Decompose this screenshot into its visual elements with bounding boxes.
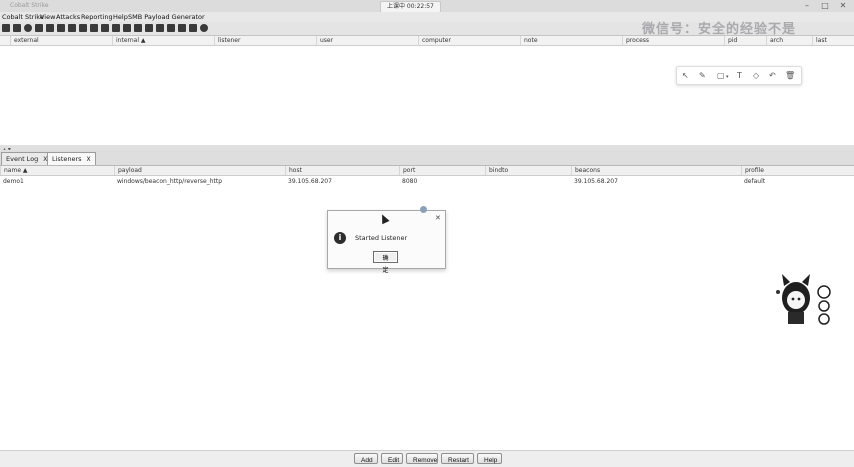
pivot-graph-icon[interactable] xyxy=(35,24,43,32)
cell-beacons: 39.105.68.207 xyxy=(574,178,618,185)
close-icon[interactable]: ✕ xyxy=(435,214,441,222)
screenshots-icon[interactable] xyxy=(101,24,109,32)
dialog-message: Started Listener xyxy=(355,234,408,242)
col-host[interactable]: host xyxy=(285,166,399,175)
cell-host: 39.105.68.207 xyxy=(288,178,332,185)
download-icon[interactable] xyxy=(79,24,87,32)
col-process[interactable]: process xyxy=(622,36,724,45)
window-title: Cobalt Strike xyxy=(10,2,49,9)
eraser-icon[interactable]: ◇ xyxy=(753,71,759,80)
gear-icon[interactable] xyxy=(112,24,120,32)
col-last[interactable]: last xyxy=(812,36,854,45)
beacons-table-header: external internal ▲ listener user comput… xyxy=(0,36,854,46)
ok-button[interactable]: 确定 xyxy=(373,251,398,274)
close-window-icon[interactable]: ✕ xyxy=(836,1,850,11)
col-user[interactable]: user xyxy=(316,36,418,45)
listeners-table-header: name ▲ payload host port bindto beacons … xyxy=(0,166,854,176)
col-pid[interactable]: pid xyxy=(724,36,766,45)
col-external[interactable]: external xyxy=(10,36,112,45)
coffee-icon[interactable] xyxy=(123,24,131,32)
undo-icon[interactable]: ↶ xyxy=(769,71,776,80)
cell-payload: windows/beacon_http/reverse_http xyxy=(117,178,223,185)
menu-view[interactable]: View xyxy=(40,12,55,22)
link-icon[interactable] xyxy=(167,24,175,32)
col-beacons[interactable]: beacons xyxy=(571,166,741,175)
minimize-icon[interactable]: – xyxy=(800,1,814,11)
headphones-icon[interactable] xyxy=(24,24,32,32)
col-listener[interactable]: listener xyxy=(214,36,316,45)
tab-strip: Event Log X Listeners X xyxy=(0,150,854,166)
session-list-icon[interactable] xyxy=(46,24,54,32)
menu-help[interactable]: Help xyxy=(113,12,128,22)
remove-button[interactable]: Remove xyxy=(406,453,438,464)
menu-cobalt-strike[interactable]: Cobalt Strike xyxy=(2,12,44,22)
drag-handle-dot xyxy=(420,206,427,213)
tab-label: Event Log xyxy=(6,155,39,163)
cell-port: 8080 xyxy=(402,178,418,185)
close-tab-icon[interactable]: X xyxy=(87,156,91,163)
edit-button[interactable]: Edit xyxy=(381,453,403,464)
clipboard-icon[interactable] xyxy=(156,24,164,32)
rect-icon[interactable]: ▢ xyxy=(717,71,725,80)
cell-profile: default xyxy=(744,178,766,185)
menu-attacks[interactable]: Attacks xyxy=(56,12,80,22)
col-name[interactable]: name ▲ xyxy=(0,166,114,175)
bottom-button-bar: Add Edit Remove Restart Help xyxy=(0,450,854,467)
disconnect-icon[interactable] xyxy=(13,24,21,32)
restart-button[interactable]: Restart xyxy=(441,453,474,464)
cursor-icon[interactable]: ↖ xyxy=(682,71,689,80)
cell-bindto xyxy=(485,177,488,186)
menu-smb-payload-generator[interactable]: SMB Payload Generator xyxy=(128,12,205,22)
cube-icon[interactable] xyxy=(189,24,197,32)
menu-reporting[interactable]: Reporting xyxy=(81,12,113,22)
col-port[interactable]: port xyxy=(399,166,485,175)
add-button[interactable]: Add xyxy=(354,453,378,464)
cloud-icon[interactable] xyxy=(178,24,186,32)
mascot-sticker-icon xyxy=(776,274,831,325)
tab-event-log[interactable]: Event Log X xyxy=(1,152,53,165)
col-note[interactable]: note xyxy=(520,36,622,45)
help-button[interactable]: Help xyxy=(477,453,502,464)
trash-icon[interactable]: 🗑 xyxy=(785,71,795,80)
col-computer[interactable]: computer xyxy=(418,36,520,45)
col-internal[interactable]: internal ▲ xyxy=(112,36,214,45)
chevron-down-icon[interactable]: ▾ xyxy=(726,73,729,82)
targets-icon[interactable] xyxy=(57,24,65,32)
keystrokes-icon[interactable] xyxy=(90,24,98,32)
watermark-text: 微信号：安全的经验不是 xyxy=(642,22,797,37)
annotation-toolbar: ↖ ✎ ▢ ▾ T ◇ ↶ 🗑 xyxy=(676,66,802,85)
table-row[interactable]: demo1 windows/beacon_http/reverse_http 3… xyxy=(0,177,854,186)
script-icon[interactable] xyxy=(134,24,142,32)
col-arch[interactable]: arch xyxy=(766,36,812,45)
tab-listeners[interactable]: Listeners X xyxy=(47,152,96,165)
text-icon[interactable]: T xyxy=(737,71,742,80)
info-icon: i xyxy=(334,232,346,244)
col-payload[interactable]: payload xyxy=(114,166,285,175)
help-circle-icon[interactable] xyxy=(200,24,208,32)
pen-icon[interactable]: ✎ xyxy=(699,71,706,80)
col-profile[interactable]: profile xyxy=(741,166,854,175)
cell-name: demo1 xyxy=(3,178,24,185)
document-icon[interactable] xyxy=(145,24,153,32)
tab-label: Listeners xyxy=(52,155,82,163)
col-bindto[interactable]: bindto xyxy=(485,166,571,175)
credentials-icon[interactable] xyxy=(68,24,76,32)
maximize-icon[interactable]: □ xyxy=(818,1,832,11)
new-connection-icon[interactable] xyxy=(2,24,10,32)
